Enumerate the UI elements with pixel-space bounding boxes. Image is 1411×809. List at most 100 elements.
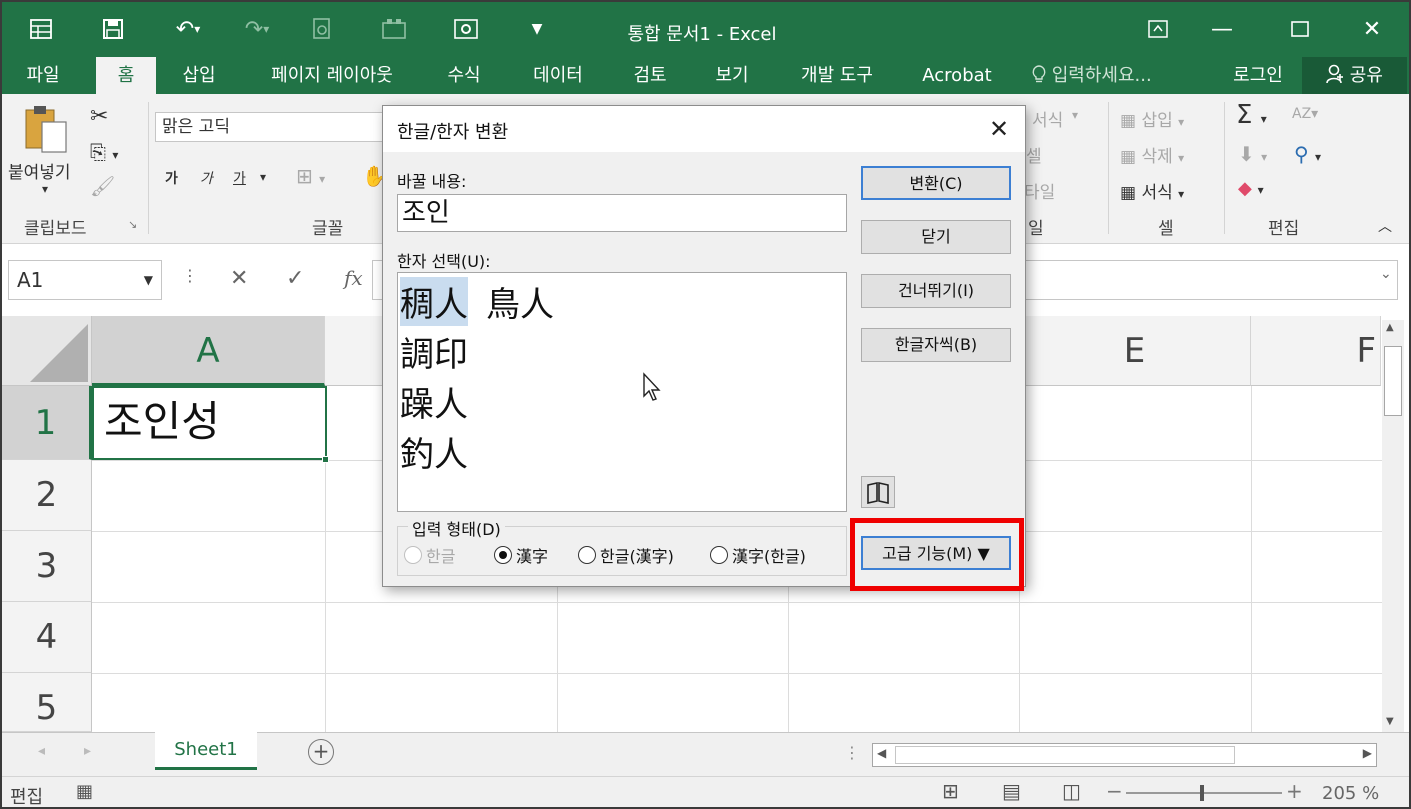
format-cells-button[interactable]: ▦ 서식 ▾ bbox=[1120, 178, 1184, 203]
underline-dropdown-icon[interactable]: ▾ bbox=[260, 170, 266, 184]
dialog-close-icon[interactable]: ✕ bbox=[979, 112, 1019, 146]
radio-hangul[interactable]: 한글 bbox=[404, 543, 455, 567]
hanja-option-3[interactable]: 調印 bbox=[400, 327, 468, 376]
print-preview-icon[interactable] bbox=[304, 12, 340, 46]
close-button[interactable]: 닫기 bbox=[861, 220, 1011, 254]
paste-icon[interactable] bbox=[22, 104, 70, 160]
tell-me-box[interactable]: 입력하세요... bbox=[1032, 57, 1152, 94]
format-painter-icon[interactable]: 🖌 bbox=[90, 174, 115, 198]
hanja-option-4[interactable]: 躁人 bbox=[400, 377, 468, 426]
qat-dropdown-icon[interactable]: ▼ bbox=[522, 12, 552, 46]
tab-formulas[interactable]: 수식 bbox=[432, 57, 496, 94]
tab-review[interactable]: 검토 bbox=[618, 57, 682, 94]
conditional-format-button[interactable]: 서식 bbox=[1032, 106, 1063, 131]
horizontal-scroll-thumb[interactable] bbox=[895, 746, 1235, 764]
format-dropdown-icon[interactable]: ▾ bbox=[1072, 108, 1078, 122]
tab-page-layout[interactable]: 페이지 레이아웃 bbox=[252, 57, 412, 94]
window-menu-icon[interactable] bbox=[22, 12, 60, 46]
cut-icon[interactable]: ✂ bbox=[90, 104, 108, 129]
format-table-button[interactable]: 셀 bbox=[1026, 142, 1042, 167]
paste-dropdown-icon[interactable]: ▾ bbox=[42, 182, 48, 196]
bold-button[interactable]: 가 bbox=[165, 168, 178, 188]
ribbon-display-icon[interactable] bbox=[1136, 14, 1180, 44]
enter-icon[interactable]: ✓ bbox=[286, 266, 304, 291]
paste-label[interactable]: 붙여넣기 bbox=[8, 158, 71, 183]
normal-view-icon[interactable]: ⊞ bbox=[942, 779, 959, 803]
tab-developer[interactable]: 개발 도구 bbox=[782, 57, 892, 94]
scroll-left-icon[interactable]: ◀ bbox=[877, 746, 886, 760]
form-icon[interactable] bbox=[374, 12, 414, 46]
sheet-tab-sheet1[interactable]: Sheet1 bbox=[155, 732, 257, 770]
page-break-view-icon[interactable]: ◫ bbox=[1062, 779, 1081, 803]
cell-a1[interactable]: 조인성 bbox=[92, 386, 327, 460]
replace-input[interactable]: 조인 bbox=[397, 194, 847, 232]
delete-cells-button[interactable]: ▦ 삭제 ▾ bbox=[1120, 142, 1184, 167]
expand-formula-icon[interactable]: ⌄ bbox=[1380, 266, 1392, 282]
tab-insert[interactable]: 삽입 bbox=[166, 57, 232, 94]
sort-filter-icon[interactable]: AZ▾ bbox=[1292, 106, 1318, 122]
row-header-1[interactable]: 1 bbox=[2, 386, 92, 460]
fill-handle[interactable] bbox=[322, 456, 329, 463]
collapse-ribbon-icon[interactable]: ︿ bbox=[1378, 216, 1392, 236]
hanja-option-1[interactable]: 稠人 bbox=[400, 277, 468, 326]
row-header-3[interactable]: 3 bbox=[2, 531, 92, 602]
fill-icon[interactable]: ⬇ ▾ bbox=[1238, 142, 1267, 166]
hanja-option-5[interactable]: 釣人 bbox=[400, 427, 468, 476]
select-all-corner[interactable] bbox=[2, 316, 92, 386]
tab-acrobat[interactable]: Acrobat bbox=[912, 57, 1002, 94]
hanja-option-2[interactable]: 鳥人 bbox=[486, 277, 554, 326]
minimize-icon[interactable]: — bbox=[1200, 14, 1244, 44]
save-icon[interactable] bbox=[94, 12, 132, 46]
italic-button[interactable]: 가 bbox=[200, 168, 213, 188]
customize-icon[interactable] bbox=[448, 12, 484, 46]
new-sheet-icon[interactable]: + bbox=[308, 739, 334, 765]
autosum-icon[interactable]: Σ ▾ bbox=[1236, 100, 1267, 130]
horizontal-scrollbar[interactable]: ◀ ▶ bbox=[872, 743, 1377, 767]
hanja-list[interactable]: 稠人 鳥人 調印 躁人 釣人 bbox=[397, 272, 847, 512]
scroll-up-icon[interactable]: ▲ bbox=[1386, 322, 1394, 333]
close-window-icon[interactable]: ✕ bbox=[1350, 14, 1394, 44]
tab-view[interactable]: 보기 bbox=[700, 57, 764, 94]
convert-button[interactable]: 변환(C) bbox=[861, 166, 1011, 200]
share-button[interactable]: 공유 bbox=[1302, 57, 1407, 94]
cancel-icon[interactable]: ✕ bbox=[230, 266, 248, 291]
zoom-in-icon[interactable]: + bbox=[1286, 779, 1303, 803]
row-header-2[interactable]: 2 bbox=[2, 460, 92, 531]
macro-record-icon[interactable]: ▦ bbox=[76, 781, 93, 802]
maximize-icon[interactable] bbox=[1278, 14, 1322, 44]
zoom-slider[interactable] bbox=[1126, 792, 1282, 794]
row-header-5[interactable]: 5 bbox=[2, 673, 92, 732]
insert-function-icon[interactable]: fx bbox=[344, 266, 363, 290]
border-icon[interactable]: ⊞ ▾ bbox=[296, 164, 325, 188]
insert-cells-button[interactable]: ▦ 삽입 ▾ bbox=[1120, 106, 1184, 131]
tab-data[interactable]: 데이터 bbox=[518, 57, 598, 94]
redo-icon[interactable]: ↷ ▾ bbox=[230, 12, 284, 46]
scroll-right-icon[interactable]: ▶ bbox=[1363, 746, 1372, 760]
scroll-down-icon[interactable]: ▼ bbox=[1386, 716, 1394, 727]
radio-hangul-hanja[interactable]: 한글(漢字) bbox=[578, 543, 674, 567]
zoom-level[interactable]: 205 % bbox=[1322, 783, 1379, 804]
zoom-out-icon[interactable]: − bbox=[1106, 779, 1123, 803]
hangul-char-button[interactable]: 한글자씩(B) bbox=[861, 328, 1011, 362]
prev-sheet-icon[interactable]: ◂ bbox=[38, 743, 45, 759]
font-name-input[interactable]: 맑은 고딕 bbox=[155, 112, 385, 142]
underline-button[interactable]: 가 bbox=[233, 168, 246, 188]
zoom-slider-thumb[interactable] bbox=[1200, 785, 1204, 801]
column-header-a[interactable]: A bbox=[92, 316, 325, 386]
dictionary-button[interactable] bbox=[861, 476, 895, 508]
find-icon[interactable]: ⚲ ▾ bbox=[1294, 142, 1321, 166]
dialog-launcher-icon[interactable]: ↘ bbox=[128, 218, 137, 231]
undo-icon[interactable]: ↶ ▾ bbox=[160, 12, 216, 46]
copy-icon[interactable]: ⎘ ▾ bbox=[90, 140, 118, 164]
next-sheet-icon[interactable]: ▸ bbox=[84, 743, 91, 759]
skip-button[interactable]: 건너뛰기(I) bbox=[861, 274, 1011, 308]
tab-home[interactable]: 홈 bbox=[96, 57, 156, 94]
sign-in-link[interactable]: 로그인 bbox=[1220, 57, 1296, 94]
cell-styles-button[interactable]: 타일 bbox=[1024, 178, 1055, 203]
tab-file[interactable]: 파일 bbox=[10, 57, 76, 94]
page-layout-view-icon[interactable]: ▤ bbox=[1002, 779, 1021, 803]
clear-icon[interactable]: ◆ ▾ bbox=[1238, 178, 1264, 199]
name-box-dropdown-icon[interactable]: ▼ bbox=[144, 261, 153, 299]
vertical-scrollbar[interactable]: ▲ ▼ bbox=[1382, 320, 1404, 732]
radio-hanja-hangul[interactable]: 漢字(한글) bbox=[710, 543, 806, 567]
